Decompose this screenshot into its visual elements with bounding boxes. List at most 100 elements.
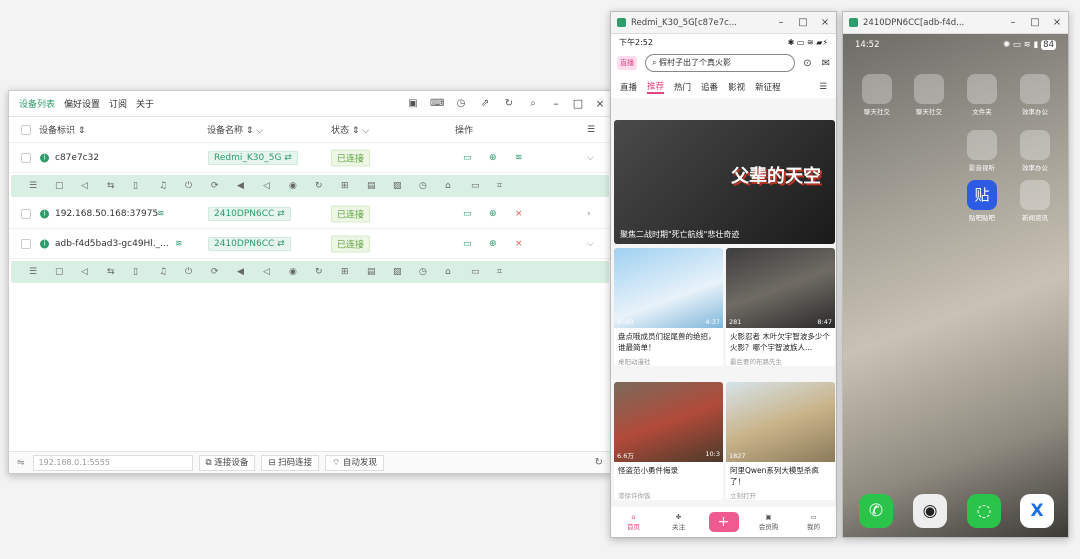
game-icon[interactable]: ⊙ (803, 58, 811, 69)
info-icon[interactable]: i (40, 239, 49, 248)
maximize-button[interactable]: □ (567, 97, 589, 110)
app-folder[interactable]: 效率办公 (1017, 74, 1053, 116)
menu-about[interactable]: 关于 (136, 97, 154, 110)
app-folder[interactable]: 新闻资讯 (1017, 180, 1053, 222)
camera-icon[interactable]: ◉ (289, 267, 315, 277)
volume-up-icon[interactable]: ◁ (263, 267, 289, 277)
power-icon[interactable]: ⏻ (185, 181, 211, 191)
record-icon[interactable]: ⊕ (489, 153, 497, 163)
live-badge[interactable]: 直播 (617, 56, 637, 70)
info-icon[interactable]: i (40, 209, 49, 218)
nav-follow[interactable]: ✤ 关注 (664, 513, 694, 531)
column-settings-icon[interactable]: ☰ (587, 125, 595, 135)
crop-icon[interactable]: ⌗ (497, 181, 523, 191)
scan-connect-button[interactable]: ⊟ 扫码连接 (261, 454, 320, 471)
terminal-icon[interactable]: ⌨ (430, 97, 444, 111)
swap-icon[interactable]: ⇋ (17, 458, 25, 468)
back-icon[interactable]: ◁ (81, 267, 107, 277)
install-icon[interactable]: ⊞ (341, 267, 367, 277)
close-button[interactable]: × (1046, 17, 1068, 28)
clock-icon[interactable]: ◷ (419, 267, 445, 277)
close-button[interactable]: × (814, 17, 836, 28)
nav-vip[interactable]: ▣ 会员购 (754, 513, 784, 531)
col-device-id[interactable]: 设备标识 ⇕ (39, 123, 85, 136)
banner[interactable]: 父辈的天空 聚焦二战时期"死亡航线"悲壮奇迹 (614, 120, 835, 244)
nav-publish[interactable]: + (708, 512, 739, 532)
folder-icon[interactable]: ▤ (367, 181, 393, 191)
tab-anime[interactable]: 追番 (701, 81, 718, 93)
minimize-button[interactable]: – (545, 97, 567, 110)
tab-live[interactable]: 直播 (620, 81, 637, 93)
home-icon[interactable]: ▢ (55, 267, 81, 277)
menu-icon[interactable]: ☰ (29, 267, 55, 277)
app-icon[interactable]: ⇆ (107, 181, 133, 191)
mirror-icon[interactable]: ▭ (463, 209, 472, 219)
app-folder[interactable]: 文件夹 (964, 74, 1000, 116)
history-icon[interactable]: ◷ (454, 97, 468, 111)
layout-icon[interactable]: ▣ (406, 97, 420, 111)
app-icon[interactable]: ⇆ (107, 267, 133, 277)
folder-icon[interactable]: ▤ (367, 267, 393, 277)
minimize-button[interactable]: – (770, 17, 792, 28)
cast-icon[interactable]: ⌂ (445, 181, 471, 191)
bell-icon[interactable]: ♫ (159, 181, 185, 191)
minimize-button[interactable]: – (1002, 17, 1024, 28)
phone-icon[interactable]: ▯ (133, 267, 159, 277)
image-icon[interactable]: ▨ (393, 267, 419, 277)
camera-icon[interactable]: ◉ (289, 181, 315, 191)
messages-icon[interactable]: ◌ (967, 494, 1001, 528)
cast-icon[interactable]: ⌂ (445, 267, 471, 277)
row-checkbox[interactable] (21, 152, 31, 163)
maximize-button[interactable]: □ (792, 17, 814, 28)
browser-icon[interactable]: X (1020, 494, 1054, 528)
table-row[interactable]: i c87e7c32 Redmi_K30_5G ⇄ 已连接 ▭ ⊕ ≋ ⌵ (9, 143, 611, 173)
clock-icon[interactable]: ◷ (419, 181, 445, 191)
ip-input[interactable]: 192.168.0.1:5555 (32, 454, 193, 471)
chat-icon[interactable]: ▭ (471, 181, 497, 191)
tab-hot[interactable]: 热门 (674, 81, 691, 93)
bell-icon[interactable]: ♫ (159, 267, 185, 277)
share-icon[interactable]: ⇗ (478, 97, 492, 111)
video-card[interactable]: 281 8:47 火影忍者 木叶欠宇智波多少个火影？哪个宇智波族人... 最后要的… (726, 248, 835, 366)
info-icon[interactable]: i (40, 153, 49, 162)
device-name-tag[interactable]: 2410DPN6CC ⇄ (208, 206, 291, 221)
search-input[interactable]: ⌕ 假村子出了个真火影 (645, 54, 796, 72)
col-status[interactable]: 状态 ⇕ ⌵ (331, 123, 369, 136)
reload-icon[interactable]: ↻ (315, 267, 341, 277)
reload-icon[interactable]: ↻ (315, 181, 341, 191)
menu-subscribe[interactable]: 订阅 (109, 97, 127, 110)
app-folder[interactable]: 聊天社交 (911, 74, 947, 116)
table-row[interactable]: i adb-f4d5bad3-gc49Hl._... ≋ 2410DPN6CC … (9, 229, 611, 259)
row-checkbox[interactable] (21, 208, 31, 219)
refresh-icon[interactable]: ↻ (502, 97, 516, 111)
tab-recommend[interactable]: 推荐 (647, 80, 665, 94)
video-card[interactable]: 1827 阿里Qwen系列大模型杀疯了！ 立刻打开 (726, 382, 835, 500)
video-card[interactable]: 6.6万 10:3 怪盗范小勇件侮录 漆徐许你饭 (614, 382, 723, 500)
crop-icon[interactable]: ⌗ (497, 267, 523, 277)
home-icon[interactable]: ▢ (55, 181, 81, 191)
phone-icon[interactable]: ▯ (133, 181, 159, 191)
record-icon[interactable]: ⊕ (489, 209, 497, 219)
rotate-icon[interactable]: ⟳ (211, 181, 237, 191)
app-folder[interactable]: 效率办公 (1017, 130, 1053, 172)
rotate-icon[interactable]: ⟳ (211, 267, 237, 277)
mirror-icon[interactable]: ▭ (463, 239, 472, 249)
tab-new[interactable]: 新征程 (755, 81, 781, 93)
app-folder[interactable]: 聊天社交 (859, 74, 895, 116)
chevron-down-icon[interactable]: ⌵ (587, 153, 594, 163)
table-row[interactable]: i 192.168.50.168:37975 ≋ 2410DPN6CC ⇄ 已连… (9, 199, 611, 229)
tabs-menu-icon[interactable]: ☰ (819, 82, 827, 92)
close-button[interactable]: × (589, 97, 611, 110)
connect-device-button[interactable]: ⧉ 连接设备 (198, 454, 256, 471)
col-device-name[interactable]: 设备名称 ⇕ ⌵ (207, 123, 263, 136)
device-name-tag[interactable]: 2410DPN6CC ⇄ (208, 236, 291, 251)
power-icon[interactable]: ⏻ (185, 267, 211, 277)
menu-preferences[interactable]: 偏好设置 (64, 97, 100, 110)
volume-up-icon[interactable]: ◁ (263, 181, 289, 191)
tab-movies[interactable]: 影视 (728, 81, 745, 93)
auto-discover-button[interactable]: ⌔ 自动发现 (325, 454, 384, 471)
maximize-button[interactable]: □ (1024, 17, 1046, 28)
image-icon[interactable]: ▨ (393, 181, 419, 191)
disconnect-icon[interactable]: × (515, 239, 523, 249)
video-card[interactable]: 9560 4:37 盘点哦成员们捉尾兽的绝招，谁最简单！ 桌阳动漫社 (614, 248, 723, 366)
